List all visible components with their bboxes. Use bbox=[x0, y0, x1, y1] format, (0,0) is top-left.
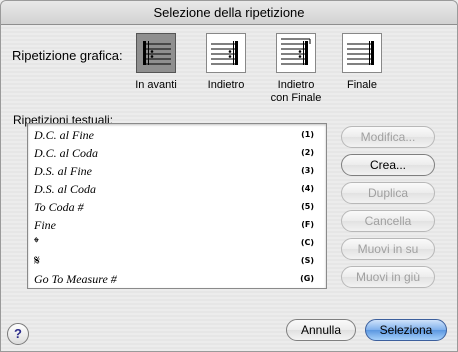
list-item-shortcut: (S) bbox=[300, 256, 314, 265]
move-up-button[interactable]: Muovi in su bbox=[341, 238, 435, 260]
duplicate-button[interactable]: Duplica bbox=[341, 182, 435, 204]
repeat-backward-icon bbox=[206, 33, 246, 73]
list-item[interactable]: To Coda # (5) bbox=[34, 198, 316, 216]
cancel-button[interactable]: Annulla bbox=[286, 319, 356, 341]
move-down-button[interactable]: Muovi in giù bbox=[341, 266, 435, 288]
text-repeat-list[interactable]: D.C. al Fine (1) D.C. al Coda (2) D.S. a… bbox=[27, 123, 327, 289]
list-item-label: D.C. al Coda bbox=[34, 146, 99, 160]
list-item-shortcut: (5) bbox=[301, 202, 314, 211]
list-item-shortcut: (C) bbox=[300, 238, 314, 247]
list-item[interactable]: D.S. al Fine (3) bbox=[34, 162, 316, 180]
segno-icon: 𝄋 bbox=[34, 253, 41, 269]
edit-button[interactable]: Modifica... bbox=[341, 126, 435, 148]
list-item[interactable]: 𝄋 (S) bbox=[34, 252, 316, 270]
list-item-label: D.S. al Fine bbox=[34, 164, 92, 178]
list-item[interactable]: 𝄌 (C) bbox=[34, 234, 316, 252]
graphic-option-caption: Indietro bbox=[207, 79, 245, 91]
help-button[interactable]: ? bbox=[7, 323, 29, 345]
delete-button[interactable]: Cancella bbox=[341, 210, 435, 232]
list-item-label: D.C. al Fine bbox=[34, 128, 94, 142]
list-item-label: D.S. al Coda bbox=[34, 182, 97, 196]
list-item-shortcut: (F) bbox=[301, 220, 314, 229]
list-item[interactable]: Fine (F) bbox=[34, 216, 316, 234]
list-item-shortcut: (G) bbox=[300, 274, 314, 283]
list-item-label: Fine bbox=[34, 218, 56, 232]
list-item[interactable]: D.C. al Coda (2) bbox=[34, 144, 316, 162]
repeat-forward-icon bbox=[136, 33, 176, 73]
graphic-repeat-label: Ripetizione grafica: bbox=[12, 48, 123, 63]
window-title: Selezione della ripetizione bbox=[1, 1, 457, 25]
graphic-option-caption: Finale bbox=[347, 79, 377, 91]
list-item-shortcut: (1) bbox=[301, 130, 314, 139]
list-item[interactable]: D.C. al Fine (1) bbox=[34, 126, 316, 144]
list-item[interactable]: Go To Measure # (G) bbox=[34, 270, 316, 288]
dialog-window: Selezione della ripetizione Ripetizione … bbox=[0, 0, 458, 352]
select-button[interactable]: Seleziona bbox=[365, 319, 447, 341]
list-item-shortcut: (4) bbox=[301, 184, 314, 193]
list-item-shortcut: (2) bbox=[301, 148, 314, 157]
graphic-option-backward-final[interactable]: Indietro con Finale bbox=[258, 33, 334, 105]
graphic-option-caption: In avanti bbox=[135, 79, 177, 91]
graphic-option-final[interactable]: Finale bbox=[324, 33, 400, 92]
coda-icon: 𝄌 bbox=[34, 235, 39, 251]
graphic-option-backward[interactable]: Indietro bbox=[188, 33, 264, 92]
graphic-option-caption: Indietro con Finale bbox=[270, 79, 322, 104]
final-barline-icon bbox=[342, 33, 382, 73]
create-button[interactable]: Crea... bbox=[341, 154, 435, 176]
repeat-backward-final-icon bbox=[276, 33, 316, 73]
list-item-label: To Coda # bbox=[34, 200, 84, 214]
list-item[interactable]: D.S. al Coda (4) bbox=[34, 180, 316, 198]
graphic-option-forward[interactable]: In avanti bbox=[118, 33, 194, 92]
list-item-label: Go To Measure # bbox=[34, 272, 117, 286]
list-item-shortcut: (3) bbox=[301, 166, 314, 175]
